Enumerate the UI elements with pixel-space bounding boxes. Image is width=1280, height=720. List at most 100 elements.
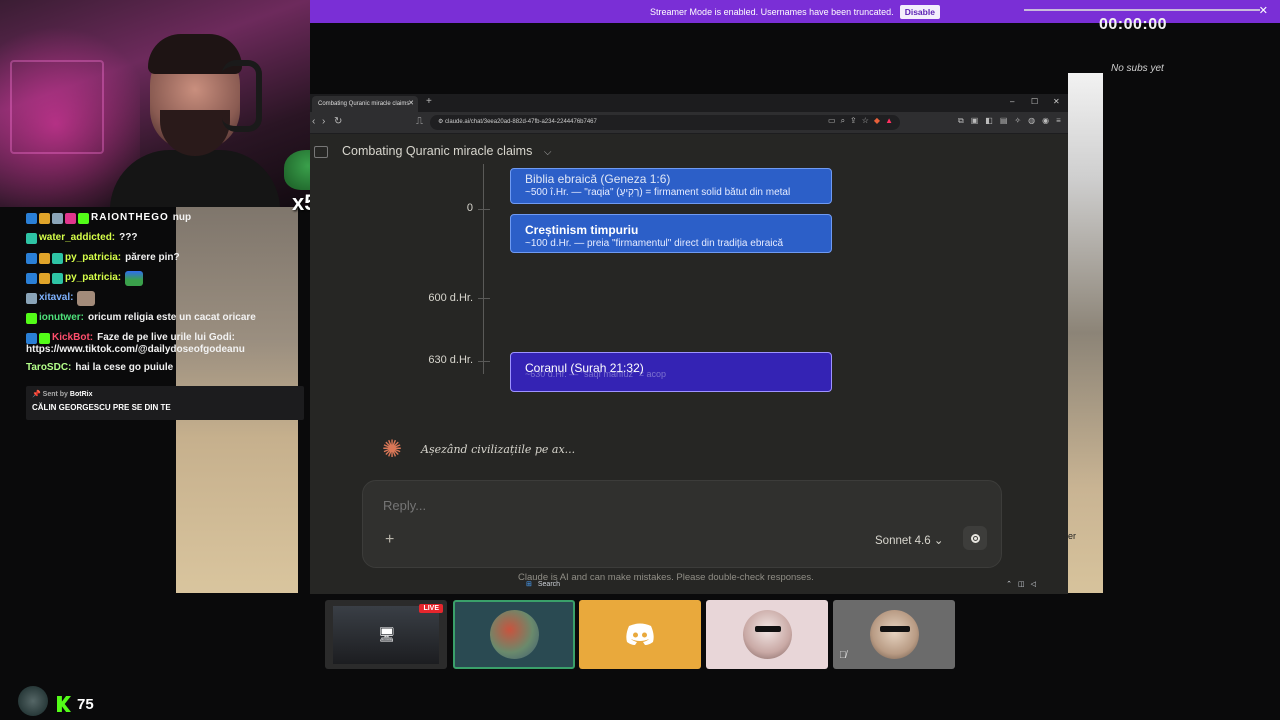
add-attachment-icon[interactable]: + — [385, 531, 394, 549]
sent-by-label: Sent by — [42, 391, 68, 398]
chat-username[interactable]: py_patricia: — [65, 268, 121, 288]
card-title: Creștinism timpuriu — [525, 223, 639, 237]
tray-up-icon[interactable]: ⌃ — [1006, 580, 1012, 588]
banner-text: Streamer Mode is enabled. Usernames have… — [650, 6, 894, 17]
sidebar-toggle-icon[interactable] — [314, 146, 328, 158]
mic-muted-icon: 🎙̸ — [839, 650, 847, 661]
browser-window: Combating Quranic miracle claims ✕ + – ☐… — [310, 94, 1068, 594]
chat-text: părere pin? — [125, 252, 180, 263]
close-window-icon[interactable]: ✕ — [1053, 97, 1060, 106]
chat-text: oricum religia este un cacat oricare — [88, 312, 256, 323]
menu-icon[interactable]: ≡ — [1056, 116, 1061, 126]
windows-start-icon[interactable]: ⊞ — [526, 580, 532, 588]
headset-icon — [222, 60, 262, 132]
verified-badge-icon — [26, 252, 37, 264]
participant-tile-screen-share[interactable]: LIVE 🖥 — [325, 600, 447, 669]
pepe-flag-emote-icon — [125, 270, 144, 286]
reload-icon[interactable]: ↻ — [334, 116, 342, 127]
timeline-card-selected[interactable]: Coranul (Surah 21:32) ~630 d.Hr. — "saqf… — [510, 352, 832, 392]
back-icon[interactable]: ‹ — [312, 116, 315, 127]
chat-username[interactable]: TaroSDC: — [26, 358, 71, 378]
url-text: claude.ai/chat/3eea20ad-882d-47fb-a234-2… — [445, 119, 597, 125]
extension-icons: ⧉ ▣ ◧ ▤ ✧ ◍ ◉ ≡ — [958, 116, 1061, 126]
chat-message: RAIONTHEGO nup — [26, 208, 301, 228]
face-emote-icon — [77, 290, 96, 306]
webcam-feed — [0, 0, 310, 207]
site-info-icon[interactable]: ⚙ — [438, 119, 445, 125]
taskbar-overlay: ⊞ Search ⌃ ◫ ◁ — [526, 576, 1086, 592]
navigation-bar: ‹ › ↻ ⎍ ⚙ claude.ai/chat/3eea20ad-882d-4… — [310, 112, 1068, 134]
chat-message: water_addicted: ??? — [26, 228, 301, 248]
chat-username[interactable]: ionutwer: — [39, 308, 84, 328]
sidebar-toggle-icon[interactable]: ◧ — [985, 116, 993, 126]
kick-badge-icon — [78, 212, 89, 224]
profile-icon[interactable]: ◉ — [1042, 116, 1049, 126]
chat-text: hai la cese go puiule — [75, 362, 174, 373]
brave-shield-icon[interactable]: ◆ — [874, 116, 880, 126]
channel-avatar — [18, 686, 48, 716]
puzzle-icon[interactable]: ✧ — [1014, 116, 1021, 126]
tab-title: Combating Quranic miracle claims — [318, 101, 410, 107]
bookmark-icon[interactable]: ⎍ — [416, 116, 423, 127]
chat-message: ionutwer: oricum religia este un cacat o… — [26, 308, 301, 328]
participant-tile-user[interactable]: 🎙̸ — [833, 600, 955, 669]
chat-badge-icon — [52, 252, 63, 264]
model-selector[interactable]: Sonnet 4.6 ⌄ — [875, 533, 943, 547]
close-tab-icon[interactable]: ✕ — [408, 96, 414, 112]
participant-tile-user[interactable] — [706, 600, 828, 669]
rewards-icon[interactable]: ▲ — [885, 116, 893, 126]
participant-tile-discord[interactable] — [579, 600, 701, 669]
chat-badge-icon — [52, 272, 63, 284]
bot-alert-message: CĂLIN GEORGESCU PRE SE DIN TE — [32, 403, 171, 412]
participant-avatar — [870, 610, 919, 659]
extension-icon[interactable]: ▣ — [971, 116, 979, 126]
vip-badge-icon — [65, 212, 76, 224]
close-banner-icon[interactable]: ✕ — [1259, 4, 1268, 17]
participant-avatar — [490, 610, 539, 659]
verified-badge-icon — [26, 332, 37, 344]
chat-message: py_patricia: părere pin? — [26, 248, 301, 268]
extension-icon[interactable]: ⧉ — [958, 116, 964, 126]
zoom-icon[interactable]: ⌕ — [841, 116, 845, 126]
sunglasses-icon — [880, 626, 910, 632]
voice-mode-button[interactable] — [963, 526, 987, 550]
game-background-right — [1068, 73, 1103, 593]
timeline-card[interactable]: Creștinism timpuriu ~100 d.Hr. — preia "… — [510, 214, 832, 253]
verified-badge-icon — [26, 272, 37, 284]
reply-input[interactable] — [381, 497, 785, 514]
sunglasses-icon — [755, 626, 781, 632]
crown-badge-icon — [39, 252, 50, 264]
network-icon: ◫ — [1017, 581, 1025, 588]
forward-icon[interactable]: › — [322, 116, 325, 127]
chat-link[interactable]: https://www.tiktok.com/@dailydoseofgodea… — [26, 344, 245, 356]
screen-share-icon: 🖥 — [378, 626, 396, 642]
timeline-card[interactable]: Biblia ebraică (Geneza 1:6) ~500 î.Hr. —… — [510, 168, 832, 204]
conversation-title-button[interactable]: Combating Quranic miracle claims ⌵ — [342, 144, 551, 158]
chat-username[interactable]: RAIONTHEGO — [91, 208, 169, 228]
cast-icon[interactable]: ▭ — [828, 116, 836, 126]
wallet-icon[interactable]: ▤ — [1000, 116, 1008, 126]
tab-claude-chat[interactable]: Combating Quranic miracle claims ✕ — [312, 96, 418, 112]
maximize-icon[interactable]: ☐ — [1031, 97, 1038, 106]
chat-badge-icon — [26, 292, 37, 304]
chat-username[interactable]: py_patricia: — [65, 248, 121, 268]
chat-username[interactable]: xitaval: — [39, 288, 73, 308]
star-icon[interactable]: ☆ — [862, 116, 869, 126]
chevron-down-icon: ⌵ — [543, 147, 552, 158]
taskbar-search[interactable]: Search — [538, 581, 560, 588]
chat-message: py_patricia: — [26, 268, 301, 288]
vpn-icon[interactable]: ◍ — [1028, 116, 1035, 126]
minimize-icon[interactable]: – — [1010, 97, 1014, 106]
new-tab-icon[interactable]: + — [426, 96, 432, 107]
participant-tile-user[interactable] — [453, 600, 575, 669]
timeline-tick — [478, 361, 490, 362]
volume-icon[interactable]: ◁ — [1031, 580, 1036, 588]
subs-goal-text: No subs yet — [1111, 63, 1164, 74]
chat-username[interactable]: water_addicted: — [39, 228, 115, 248]
chat-text: ??? — [119, 232, 138, 243]
chat-badge-icon — [26, 232, 37, 244]
url-actions: ▭ ⌕ ⇪ ☆ ◆ ▲ — [828, 116, 893, 126]
conversation-title: Combating Quranic miracle claims — [342, 144, 533, 158]
share-icon[interactable]: ⇪ — [850, 116, 857, 126]
disable-streamer-mode-button[interactable]: Disable — [899, 4, 940, 19]
